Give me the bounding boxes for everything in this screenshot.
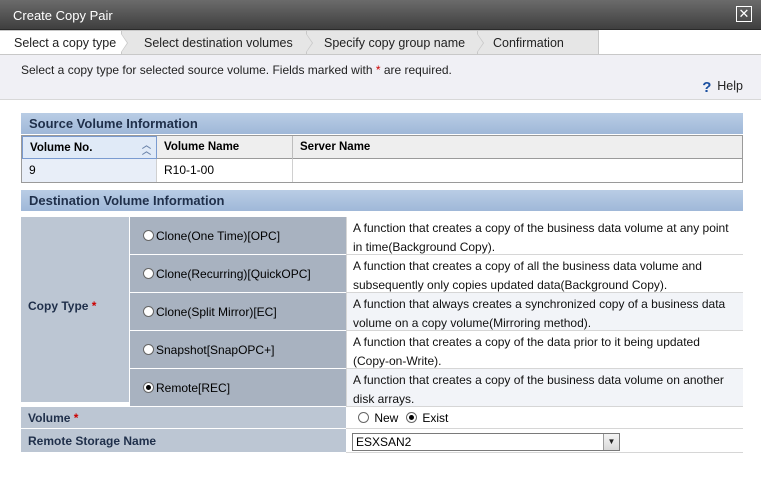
table-header: Volume No. ︿ ︿ Volume Name Server Name <box>22 136 742 159</box>
close-icon[interactable]: ✕ <box>736 6 752 22</box>
column-header-volume-no[interactable]: Volume No. ︿ ︿ <box>22 136 157 159</box>
instructions-bar: Select a copy type for selected source v… <box>0 55 761 100</box>
step-confirmation[interactable]: Confirmation <box>478 30 599 55</box>
radio-button[interactable] <box>143 267 154 279</box>
dialog-title-bar: Create Copy Pair ✕ <box>0 0 761 30</box>
dropdown-arrow-icon[interactable]: ▼ <box>603 434 619 450</box>
copy-type-description: A function that creates a copy of the da… <box>346 331 743 369</box>
source-volume-table: Volume No. ︿ ︿ Volume Name Server Name 9 … <box>21 135 743 183</box>
step-select-destination-volumes[interactable]: Select destination volumes <box>122 30 313 55</box>
copy-type-option-snapopc[interactable]: Snapshot[SnapOPC+] <box>129 331 346 369</box>
radio-button-selected[interactable] <box>143 381 154 393</box>
remote-storage-label: Remote Storage Name <box>21 429 346 453</box>
wizard-steps: Select a copy type Select destination vo… <box>0 30 761 55</box>
cell-server-name[interactable] <box>293 159 742 182</box>
radio-button[interactable] <box>143 305 154 317</box>
dialog-content: Source Volume Information Volume No. ︿ ︿ … <box>0 101 761 479</box>
step-specify-copy-group-name[interactable]: Specify copy group name <box>307 30 484 55</box>
destination-volume-heading: Destination Volume Information <box>21 190 743 211</box>
copy-type-option-opc[interactable]: Clone(One Time)[OPC] <box>129 217 346 255</box>
radio-button[interactable] <box>143 343 154 355</box>
volume-options: New Exist <box>346 407 743 429</box>
copy-type-option-rec[interactable]: Remote[REC] <box>129 369 346 407</box>
remote-storage-field: ESXSAN2 ▼ <box>346 429 743 453</box>
help-icon: ? <box>702 79 712 96</box>
copy-type-option-ec[interactable]: Clone(Split Mirror)[EC] <box>129 293 346 331</box>
copy-type-label: Copy Type * <box>21 217 129 403</box>
radio-button[interactable] <box>358 412 369 423</box>
copy-type-description: A function that always creates a synchro… <box>346 293 743 331</box>
radio-button-selected[interactable] <box>406 412 417 423</box>
source-volume-heading: Source Volume Information <box>21 113 743 134</box>
step-label: Specify copy group name <box>324 36 466 50</box>
required-mark: * <box>73 411 79 425</box>
volume-option-new[interactable]: New <box>358 407 398 429</box>
help-link[interactable]: ? Help <box>702 79 743 96</box>
copy-type-option-quickopc[interactable]: Clone(Recurring)[QuickOPC] <box>129 255 346 293</box>
instructions-text: Select a copy type for selected source v… <box>21 63 452 77</box>
required-mark: * <box>91 299 97 313</box>
step-select-copy-type[interactable]: Select a copy type <box>0 30 128 55</box>
cell-volume-no[interactable]: 9 <box>22 159 157 182</box>
radio-button[interactable] <box>143 229 154 241</box>
cell-volume-name[interactable]: R10-1-00 <box>157 159 293 182</box>
help-label: Help <box>717 79 743 93</box>
sort-icon: ︿ ︿ <box>141 140 151 156</box>
volume-label: Volume * <box>21 407 346 429</box>
copy-type-description: A function that creates a copy of all th… <box>346 255 743 293</box>
dialog-title: Create Copy Pair <box>13 8 113 23</box>
remote-storage-select[interactable]: ESXSAN2 ▼ <box>352 433 620 451</box>
step-label: Select destination volumes <box>144 36 293 50</box>
column-header-volume-name[interactable]: Volume Name <box>157 136 293 159</box>
column-header-server-name[interactable]: Server Name <box>293 136 742 159</box>
step-label: Confirmation <box>493 36 564 50</box>
step-label: Select a copy type <box>14 36 117 50</box>
volume-option-exist[interactable]: Exist <box>406 407 448 429</box>
copy-type-description: A function that creates a copy of the bu… <box>346 217 743 255</box>
copy-type-description: A function that creates a copy of the bu… <box>346 369 743 407</box>
